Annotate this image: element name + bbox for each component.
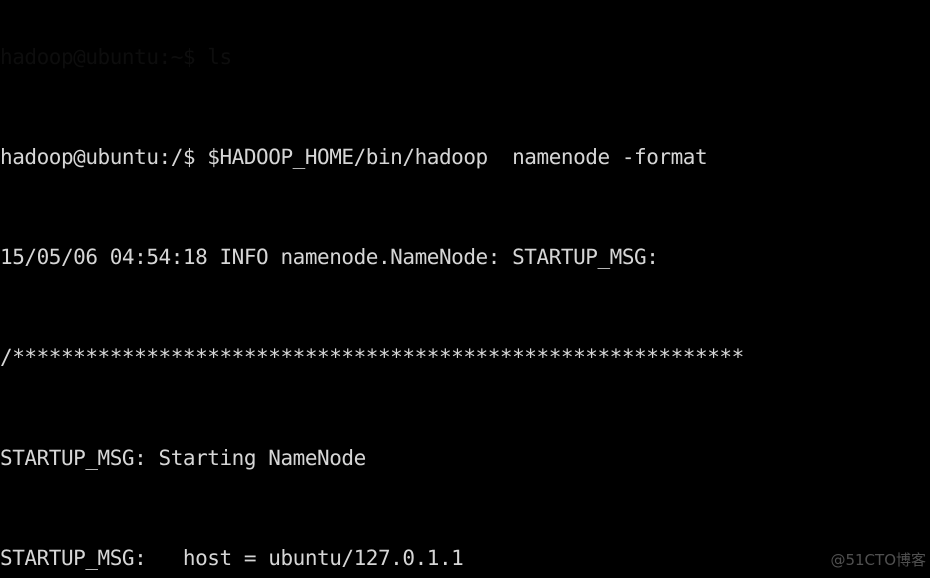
terminal-line-startup-host: STARTUP_MSG: host = ubuntu/127.0.1.1 (0, 545, 464, 570)
terminal-line-banner-open-top: /***************************************… (0, 345, 744, 370)
terminal-window[interactable]: hadoop@ubuntu:~$ ls hadoop@ubuntu:/$ $HA… (0, 0, 930, 578)
terminal-line-scrollback: hadoop@ubuntu:~$ ls (0, 44, 232, 69)
terminal-line-command: hadoop@ubuntu:/$ $HADOOP_HOME/bin/hadoop… (0, 145, 708, 170)
terminal-line-startup-header: STARTUP_MSG: Starting NameNode (0, 445, 366, 470)
terminal-line-log-startup: 15/05/06 04:54:18 INFO namenode.NameNode… (0, 245, 659, 270)
terminal-output: hadoop@ubuntu:~$ ls hadoop@ubuntu:/$ $HA… (0, 0, 930, 578)
